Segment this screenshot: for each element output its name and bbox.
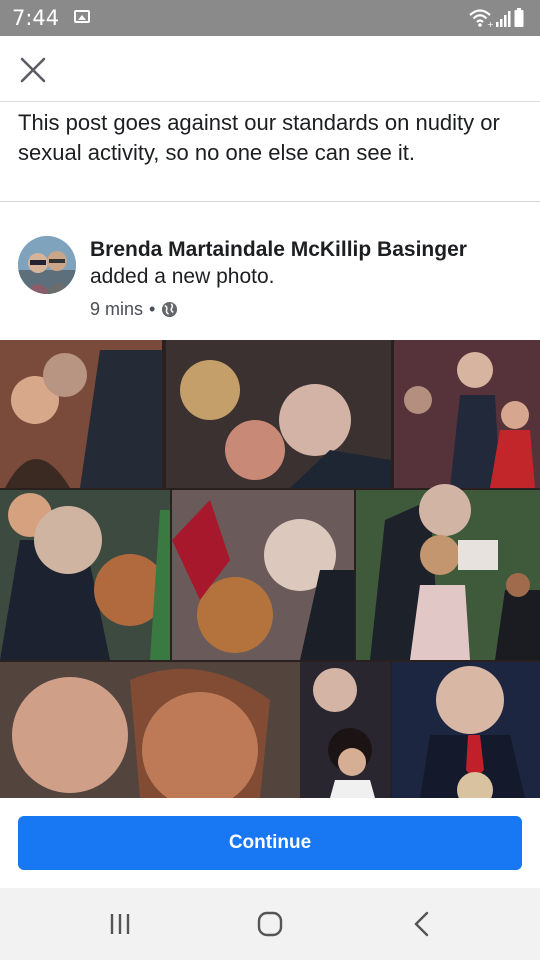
svg-text:+: + (487, 20, 494, 29)
post-meta: 9 mins • (90, 299, 178, 320)
status-time: 7:44 (12, 6, 60, 30)
divider (0, 201, 540, 202)
photo-collage-image (0, 340, 540, 798)
status-bar: 7:44 + (0, 0, 540, 36)
author-name[interactable]: Brenda Martaindale McKillip Basinger (90, 238, 467, 262)
back-icon[interactable] (402, 908, 442, 940)
home-icon[interactable] (250, 908, 290, 940)
avatar[interactable] (18, 236, 76, 294)
recent-apps-icon[interactable] (100, 908, 140, 940)
top-bar (0, 36, 540, 102)
globe-icon (162, 301, 178, 318)
wifi-icon: + (469, 9, 494, 29)
android-nav-bar (0, 888, 540, 960)
post-header: Brenda Martaindale McKillip Basinger add… (0, 230, 540, 330)
signal-icon (496, 11, 511, 27)
close-icon[interactable] (14, 50, 52, 88)
battery-icon (514, 8, 524, 27)
policy-notice: This post goes against our standards on … (18, 110, 500, 165)
photo-collage[interactable] (0, 340, 540, 798)
continue-button[interactable]: Continue (18, 816, 522, 870)
post-time[interactable]: 9 mins (90, 299, 143, 320)
meta-separator: • (149, 299, 156, 319)
footer: Continue (0, 798, 540, 888)
gallery-icon (74, 10, 90, 23)
status-icons: + (468, 6, 528, 30)
post-action: added a new photo. (90, 265, 275, 288)
